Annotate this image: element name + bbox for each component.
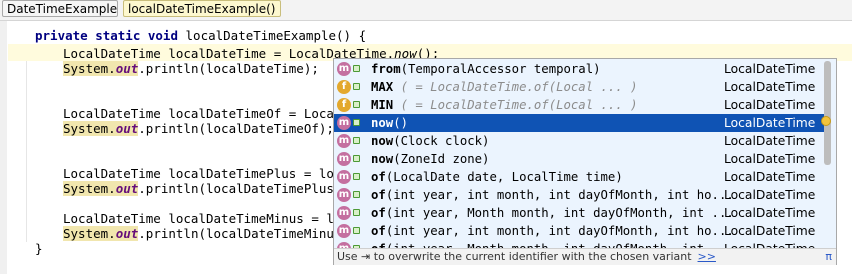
code-line-method-decl: private static void localDateTimeExample… <box>35 28 367 43</box>
indent-guide <box>26 52 27 242</box>
public-access-icon <box>353 83 360 90</box>
method-icon: m <box>337 188 351 202</box>
completion-item-type: LocalDateTime <box>724 188 816 202</box>
public-access-icon <box>353 155 360 162</box>
public-access-icon <box>353 137 360 144</box>
completion-item-type: LocalDateTime <box>724 170 816 184</box>
breadcrumb-class[interactable]: DateTimeExample <box>2 0 118 17</box>
field-icon: f <box>337 80 351 94</box>
completion-item-signature: MIN ( = LocalDateTime.of(Local ... ) <box>371 98 638 112</box>
completion-item[interactable]: m of(int year, Month month, int dayOfMont… <box>334 204 826 222</box>
code-line-sysout-3: System.out.println(localDateTimePlus); <box>63 181 349 196</box>
completion-item-type: LocalDateTime <box>724 80 816 94</box>
completion-item[interactable]: m now(Clock clock) LocalDateTime <box>334 132 826 150</box>
completion-item-signature: MAX ( = LocalDateTime.of(Local ... ) <box>371 80 638 94</box>
completion-item-type: LocalDateTime <box>724 152 816 166</box>
code-line-sysout-4: System.out.println(localDateTimeMinus); <box>63 226 357 241</box>
completion-item-signature: now(ZoneId zone) <box>371 152 490 166</box>
breadcrumb-method[interactable]: localDateTimeExample() <box>123 0 281 17</box>
completion-item[interactable]: m now() LocalDateTime <box>334 114 826 132</box>
completion-item-signature: of(int year, int month, int dayOfMonth, … <box>371 188 734 202</box>
public-access-icon <box>353 209 360 216</box>
method-icon: m <box>337 170 351 184</box>
method-icon: m <box>337 224 351 238</box>
completion-item-type: LocalDateTime <box>724 62 816 76</box>
method-icon: m <box>337 62 351 76</box>
method-icon: m <box>337 152 351 166</box>
completion-item-type: LocalDateTime <box>724 206 816 220</box>
public-access-icon <box>353 119 360 126</box>
completion-item[interactable]: m from(TemporalAccessor temporal) LocalDat… <box>334 60 826 78</box>
completion-footer: Use ⇥ to overwrite the current identifie… <box>334 248 836 265</box>
completion-item-type: LocalDateTime <box>724 224 816 238</box>
completion-item-signature: now(Clock clock) <box>371 134 490 148</box>
completion-item-signature: now() <box>371 116 409 130</box>
completion-item-signature: from(TemporalAccessor temporal) <box>371 62 601 76</box>
completion-item[interactable]: f MAX ( = LocalDateTime.of(Local ... ) Loc… <box>334 78 826 96</box>
completion-item-signature: of(int year, int month, int dayOfMonth, … <box>371 224 734 238</box>
completion-item[interactable]: m now(ZoneId zone) LocalDateTime <box>334 150 826 168</box>
completion-item-type: LocalDateTime <box>724 116 816 130</box>
editor-gutter <box>0 21 7 274</box>
public-access-icon <box>353 101 360 108</box>
public-access-icon <box>353 191 360 198</box>
completion-item-type: LocalDateTime <box>724 134 816 148</box>
method-icon: m <box>337 134 351 148</box>
popup-scrollbar[interactable] <box>824 61 831 165</box>
footer-hint: Use ⇥ to overwrite the current identifie… <box>337 250 692 263</box>
public-access-icon <box>353 65 360 72</box>
code-line-sysout-1: System.out.println(localDateTime); <box>63 61 319 76</box>
breadcrumb: DateTimeExample localDateTimeExample() <box>0 0 852 21</box>
completion-item-signature: of(LocalDate date, LocalTime time) <box>371 170 623 184</box>
method-icon: m <box>337 116 351 130</box>
field-icon: f <box>337 98 351 112</box>
public-access-icon <box>353 173 360 180</box>
completion-popup: m from(TemporalAccessor temporal) LocalDat… <box>333 58 837 265</box>
method-icon: m <box>337 206 351 220</box>
completion-item-signature: of(int year, Month month, int dayOfMonth… <box>371 206 734 220</box>
completion-item[interactable]: m of(int year, int month, int dayOfMonth,… <box>334 186 826 204</box>
code-line-sysout-2: System.out.println(localDateTimeOf); // <box>63 121 357 136</box>
public-access-icon <box>353 227 360 234</box>
pi-icon[interactable]: π <box>825 249 832 264</box>
completion-item-type: LocalDateTime <box>724 98 816 112</box>
completion-item[interactable]: m of(LocalDate date, LocalTime time) Local… <box>334 168 826 186</box>
lightbulb-icon[interactable] <box>821 116 831 126</box>
completion-item[interactable]: f MIN ( = LocalDateTime.of(Local ... ) Loc… <box>334 96 826 114</box>
code-line-close-brace: } <box>35 241 43 256</box>
footer-more-link[interactable]: >> <box>698 250 716 263</box>
completion-item[interactable]: m of(int year, int month, int dayOfMonth,… <box>334 222 826 240</box>
